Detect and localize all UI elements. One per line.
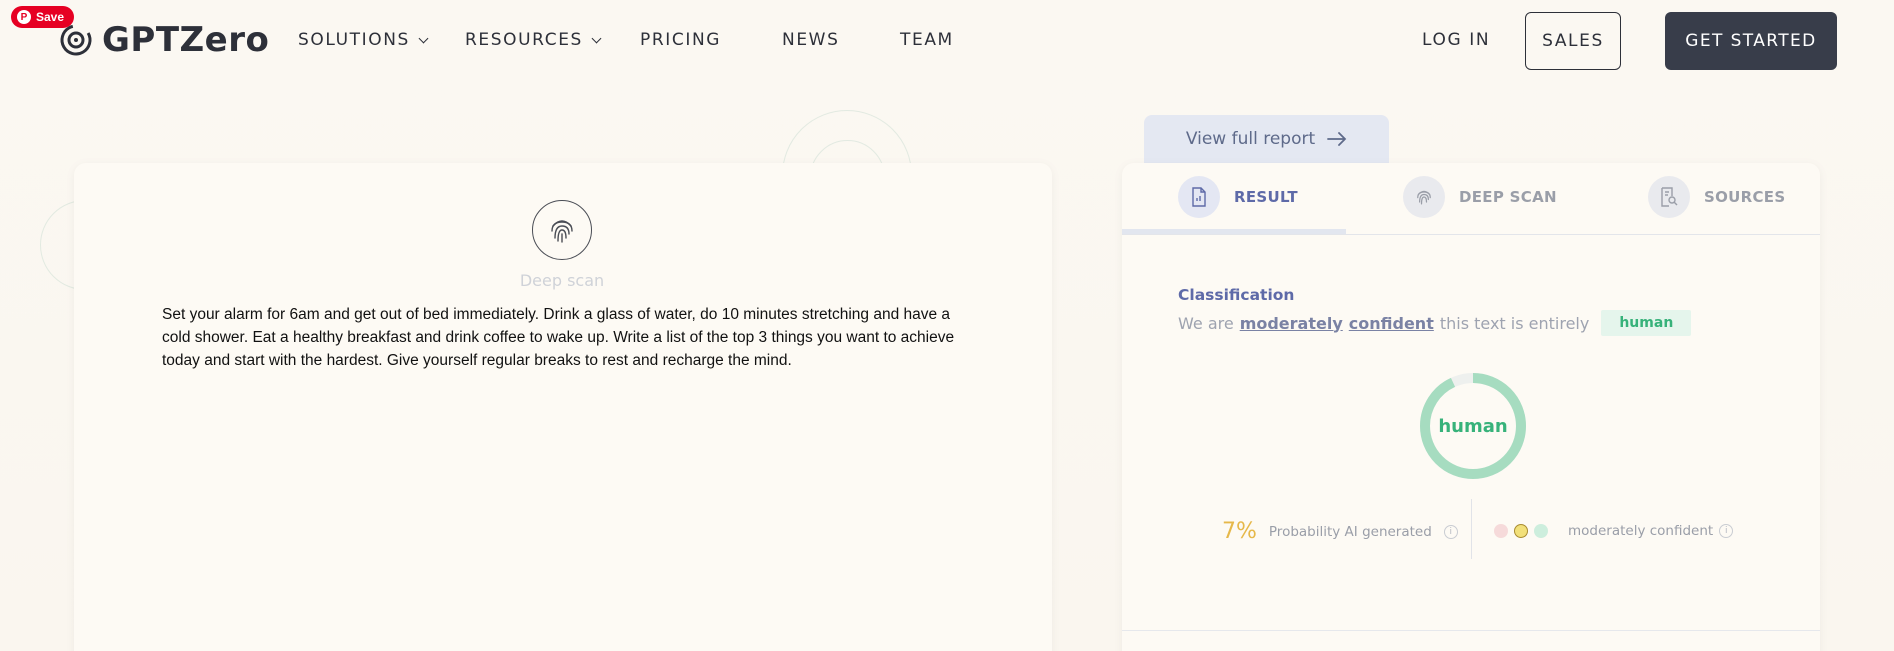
result-tabs: RESULT DEEP SCAN SOURCES	[1122, 163, 1820, 235]
tab-result-label: RESULT	[1234, 188, 1298, 206]
info-icon[interactable]: i	[1443, 524, 1458, 539]
tab-deep-scan[interactable]: DEEP SCAN	[1403, 176, 1557, 218]
classification-sentence: We are moderately confident this text is…	[1178, 310, 1692, 336]
view-full-report-label: View full report	[1185, 129, 1316, 149]
pinterest-save-button[interactable]: P Save	[11, 6, 75, 28]
tab-sources-label: SOURCES	[1704, 188, 1786, 206]
get-started-button[interactable]: GET STARTED	[1665, 12, 1837, 70]
result-card: RESULT DEEP SCAN SOURCES Classification …	[1122, 163, 1820, 651]
ai-probability-label: Probability AI generated	[1268, 523, 1432, 540]
nav-resources[interactable]: RESOURCES	[465, 30, 602, 50]
nav-resources-label: RESOURCES	[465, 30, 583, 50]
confidence-dot-medium	[1514, 524, 1528, 538]
nav-solutions-label: SOLUTIONS	[298, 30, 410, 50]
nav-pricing-label: PRICING	[640, 30, 722, 50]
tab-deep-scan-label: DEEP SCAN	[1459, 188, 1557, 206]
confidence-word-link[interactable]: confident	[1349, 314, 1434, 333]
fingerprint-icon	[551, 220, 573, 243]
classification-prefix: We are	[1178, 313, 1234, 333]
pinterest-icon: P	[17, 10, 31, 24]
ai-probability-value: 7%	[1222, 519, 1257, 544]
search-document-icon	[1648, 176, 1690, 218]
deep-scan-button[interactable]	[532, 200, 592, 260]
nav-pricing[interactable]: PRICING	[640, 30, 721, 50]
text-input-card: Deep scan Set your alarm for 6am and get…	[74, 163, 1052, 651]
view-full-report-button[interactable]: View full report	[1144, 115, 1389, 163]
divider	[1122, 630, 1820, 631]
info-icon[interactable]: i	[1719, 524, 1734, 538]
confidence-label: moderately confident	[1568, 523, 1714, 539]
arrow-right-icon	[1327, 132, 1347, 146]
ring-label: human	[1438, 415, 1508, 437]
login-link[interactable]: LOG IN	[1422, 30, 1490, 50]
pinterest-save-label: Save	[36, 10, 65, 24]
logo[interactable]: GPTZero	[58, 20, 269, 60]
divider	[1471, 499, 1472, 559]
confidence-word-link[interactable]: moderately	[1240, 314, 1343, 333]
classification-title: Classification	[1178, 286, 1295, 304]
nav-team-label: TEAM	[900, 30, 954, 50]
nav-news[interactable]: NEWS	[782, 30, 839, 50]
tab-result[interactable]: RESULT	[1178, 176, 1298, 218]
confidence-dot-high	[1534, 524, 1548, 538]
input-text-area[interactable]: Set your alarm for 6am and get out of be…	[162, 303, 962, 372]
confidence-dot-low	[1494, 524, 1508, 538]
nav-solutions[interactable]: SOLUTIONS	[298, 30, 429, 50]
tab-sources[interactable]: SOURCES	[1648, 176, 1785, 218]
active-tab-underline	[1122, 229, 1346, 234]
classification-badge: human	[1601, 310, 1692, 336]
ai-probability: 7% Probability AI generated i	[1222, 519, 1458, 544]
logo-text: GPTZero	[102, 20, 270, 60]
top-nav: GPTZero SOLUTIONS RESOURCES PRICING NEWS…	[0, 0, 1894, 82]
document-icon	[1178, 176, 1220, 218]
deep-scan-label: Deep scan	[519, 271, 605, 290]
nav-team[interactable]: TEAM	[900, 30, 954, 50]
stats-row: 7% Probability AI generated i moderately…	[1222, 499, 1742, 559]
fingerprint-icon	[1403, 176, 1445, 218]
sales-button[interactable]: SALES	[1525, 12, 1621, 70]
chevron-down-icon	[591, 33, 602, 43]
confidence-indicator: moderately confident i	[1494, 523, 1734, 539]
classification-suffix: this text is entirely	[1439, 313, 1590, 333]
chevron-down-icon	[418, 33, 429, 43]
nav-news-label: NEWS	[782, 30, 840, 50]
login-label: LOG IN	[1422, 30, 1491, 50]
